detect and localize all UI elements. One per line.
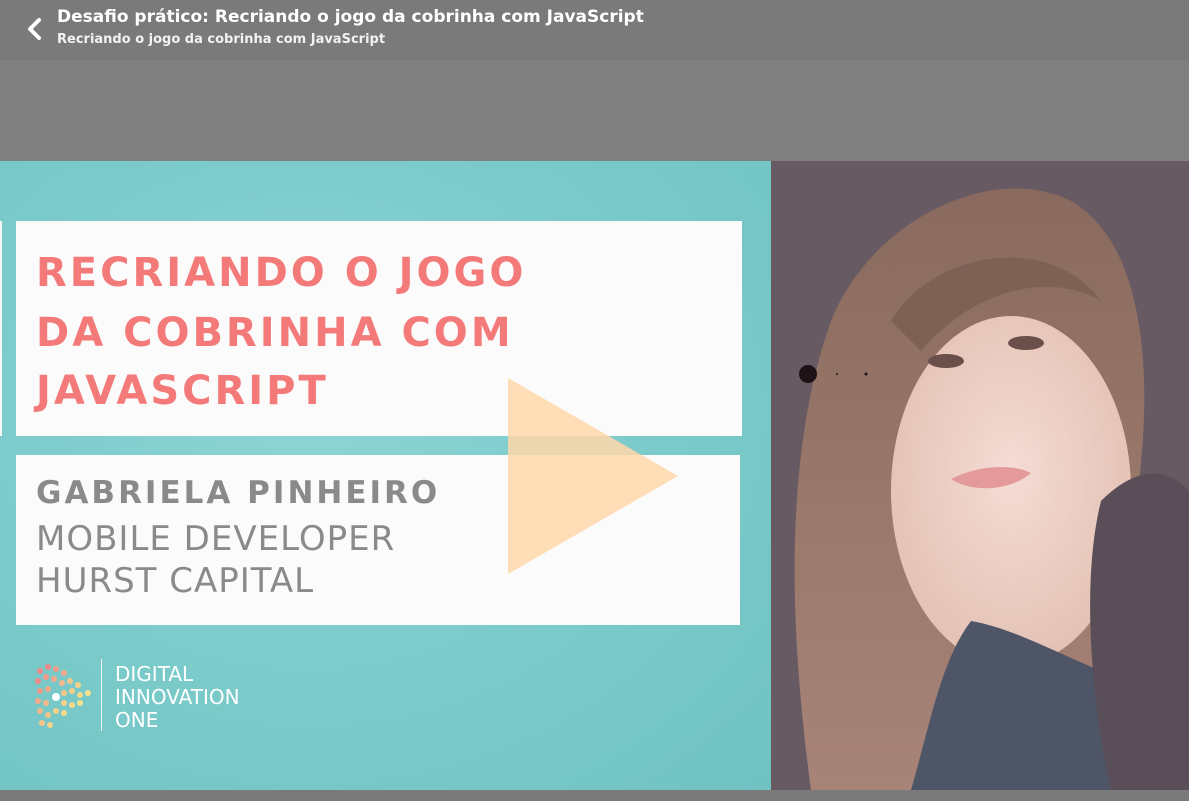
- logo-text-line-1: DIGITAL: [115, 662, 194, 686]
- bottom-bar: [0, 790, 1189, 801]
- presenter-role: MOBILE DEVELOPER: [36, 519, 396, 559]
- back-button[interactable]: [20, 14, 48, 44]
- slide-title-line-1: RECRIANDO O JOGO: [36, 250, 527, 296]
- video-player[interactable]: RECRIANDO O JOGO DA COBRINHA COM JAVASCR…: [0, 161, 1189, 790]
- chevron-left-icon: [28, 18, 41, 40]
- slide-title-line-3: JAVASCRIPT: [36, 368, 329, 414]
- presenter-name: GABRIELA PINHEIRO: [36, 475, 441, 511]
- lesson-subtitle: Recriando o jogo da cobrinha com JavaScr…: [57, 32, 386, 47]
- logo-divider: [101, 659, 102, 731]
- presenter-photo: [771, 161, 1189, 790]
- top-bar: Desafio prático: Recriando o jogo da cob…: [0, 0, 1189, 60]
- digital-innovation-one-logo-icon: [35, 664, 91, 728]
- slide-edge: [0, 221, 2, 436]
- lesson-title: Desafio prático: Recriando o jogo da cob…: [57, 7, 644, 27]
- logo-text-line-3: ONE: [115, 708, 159, 732]
- logo-text-line-2: INNOVATION: [115, 685, 240, 709]
- slide-title-line-2: DA COBRINHA COM: [36, 310, 514, 356]
- presenter-company: HURST CAPITAL: [36, 561, 315, 601]
- presenter-portrait-image: [771, 161, 1189, 790]
- play-icon[interactable]: [508, 378, 678, 574]
